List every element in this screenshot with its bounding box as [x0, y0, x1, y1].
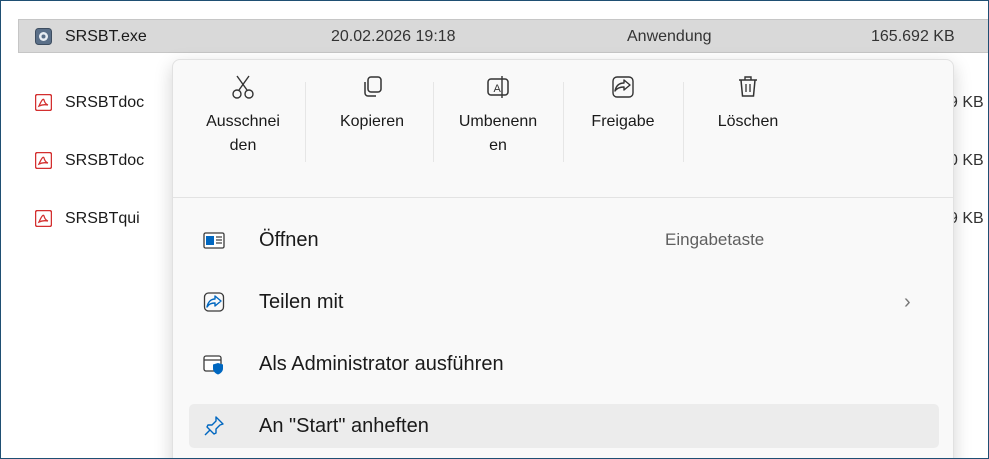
pin-icon [204, 416, 224, 436]
scissors-icon [232, 75, 254, 99]
share-button[interactable]: Freigabe [571, 74, 675, 134]
menu-divider [173, 197, 953, 198]
quick-action-separator [433, 82, 434, 162]
file-type: Anwendung [627, 28, 712, 45]
menu-item-label: An "Start" anheften [259, 415, 429, 437]
share-label: Freigabe [591, 113, 655, 130]
app-icon [35, 28, 52, 45]
share-icon [203, 292, 225, 312]
file-row-srsbt-exe[interactable]: SRSBT.exe 20.02.2026 19:18 Anwendung 165… [18, 19, 988, 53]
menu-item-label: Öffnen [259, 229, 319, 251]
quick-action-separator [563, 82, 564, 162]
quick-actions-bar: Ausschnei den Kopieren A Umbenenn en Fre… [173, 60, 953, 197]
rename-label-line2: en [489, 137, 507, 154]
cut-label-line2: den [229, 137, 257, 154]
rename-icon: A [487, 76, 509, 98]
quick-action-separator [683, 82, 684, 162]
delete-label: Löschen [717, 113, 779, 130]
svg-text:A: A [494, 83, 502, 95]
cut-button[interactable]: Ausschnei den [183, 74, 303, 158]
open-app-icon [203, 232, 225, 249]
file-name: SRSBTdoc [65, 152, 145, 169]
trash-icon [739, 76, 757, 97]
file-date: 20.02.2026 19:18 [331, 28, 456, 45]
explorer-window: SRSBT.exe 20.02.2026 19:18 Anwendung 165… [0, 0, 989, 459]
file-name: SRSBTqui [65, 210, 140, 227]
copy-label: Kopieren [339, 113, 405, 130]
file-name: SRSBT.exe [65, 28, 147, 45]
delete-button[interactable]: Löschen [693, 74, 803, 134]
menu-item-open[interactable]: Öffnen Eingabetaste [189, 218, 939, 262]
rename-button[interactable]: A Umbenenn en [435, 74, 561, 158]
quick-action-separator [305, 82, 306, 162]
admin-shield-icon [203, 355, 223, 375]
file-size: 9 KB [949, 94, 984, 111]
menu-item-label: Als Administrator ausführen [259, 353, 504, 375]
share-icon [612, 76, 634, 98]
pdf-icon [35, 94, 52, 111]
file-name: SRSBTdoc [65, 94, 145, 111]
context-menu: Ausschnei den Kopieren A Umbenenn en Fre… [172, 59, 954, 458]
menu-item-run-as-admin[interactable]: Als Administrator ausführen [189, 342, 939, 386]
copy-icon [364, 76, 382, 97]
file-size: 165.692 KB [871, 28, 955, 45]
menu-item-pin-to-start[interactable]: An "Start" anheften [189, 404, 939, 448]
chevron-right-icon: › [904, 291, 911, 313]
copy-button[interactable]: Kopieren [313, 74, 431, 134]
file-size: 0 KB [949, 152, 984, 169]
menu-item-label: Teilen mit [259, 291, 344, 313]
menu-item-share-with[interactable]: Teilen mit › [189, 280, 939, 324]
file-size: 9 KB [949, 210, 984, 227]
rename-label-line1: Umbenenn [458, 113, 538, 130]
pdf-icon [35, 152, 52, 169]
menu-item-shortcut: Eingabetaste [665, 230, 765, 249]
pdf-icon [35, 210, 52, 227]
cut-label-line1: Ausschnei [206, 113, 280, 130]
